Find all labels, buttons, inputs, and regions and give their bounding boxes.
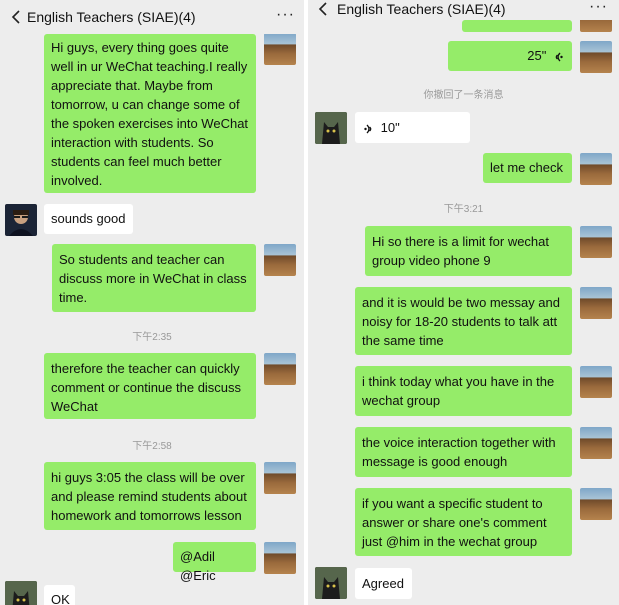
chat-header: English Teachers (SIAE)(4) ···: [308, 0, 619, 20]
message-bubble[interactable]: i think today what you have in the wecha…: [355, 366, 572, 416]
message-bubble[interactable]: Hi guys, every thing goes quite well in …: [44, 34, 256, 193]
avatar[interactable]: [264, 462, 296, 494]
chat-screen-right: 25" 你撤回了一条消息 10" let me check 下午3:21 Hi …: [308, 0, 619, 605]
avatar[interactable]: [580, 41, 612, 73]
avatar[interactable]: [264, 244, 296, 276]
message-bubble[interactable]: Agreed: [355, 568, 412, 599]
avatar[interactable]: [315, 567, 347, 599]
message-bubble[interactable]: @Adil @Eric: [173, 542, 256, 583]
message-bubble[interactable]: sounds good: [44, 204, 133, 234]
avatar[interactable]: [580, 427, 612, 459]
message-bubble[interactable]: Hi so there is a limit for wechat group …: [365, 226, 572, 276]
avatar[interactable]: [264, 33, 296, 65]
chevron-left-icon[interactable]: [315, 1, 331, 17]
avatar[interactable]: [5, 581, 37, 605]
avatar[interactable]: [580, 287, 612, 319]
chat-title: English Teachers (SIAE)(4): [27, 9, 196, 25]
system-notice: 你撤回了一条消息: [423, 90, 504, 101]
voice-message-bubble[interactable]: 10": [355, 112, 470, 143]
avatar[interactable]: [580, 488, 612, 520]
avatar[interactable]: [315, 112, 347, 144]
chevron-left-icon[interactable]: [8, 9, 24, 25]
chat-header: English Teachers (SIAE)(4) ···: [0, 0, 304, 34]
message-bubble[interactable]: let me check: [483, 153, 572, 183]
voice-wave-icon: [555, 52, 563, 62]
chat-screen-left: Hi guys, every thing goes quite well in …: [0, 0, 304, 605]
avatar[interactable]: [264, 353, 296, 385]
voice-wave-icon: [364, 124, 372, 134]
avatar[interactable]: [580, 226, 612, 258]
message-bubble[interactable]: if you want a specific student to answer…: [355, 488, 572, 556]
message-bubble[interactable]: So students and teacher can discuss more…: [52, 244, 256, 312]
chat-title: English Teachers (SIAE)(4): [337, 1, 506, 17]
avatar[interactable]: [264, 542, 296, 574]
timestamp: 下午2:35: [132, 332, 172, 343]
message-bubble[interactable]: and it is would be two messay and noisy …: [355, 287, 572, 355]
timestamp: 下午3:21: [443, 204, 484, 215]
message-bubble[interactable]: OK: [44, 585, 75, 605]
more-icon[interactable]: ···: [276, 6, 295, 24]
voice-duration: 10": [380, 120, 400, 135]
avatar[interactable]: [5, 204, 37, 236]
avatar[interactable]: [580, 366, 612, 398]
message-bubble[interactable]: the voice interaction together with mess…: [355, 427, 572, 477]
avatar[interactable]: [580, 153, 612, 185]
voice-duration: 25": [527, 48, 547, 63]
message-bubble[interactable]: [462, 20, 572, 32]
more-icon[interactable]: ···: [589, 0, 608, 16]
timestamp: 下午2:58: [132, 441, 172, 452]
message-bubble[interactable]: therefore the teacher can quickly commen…: [44, 353, 256, 419]
voice-message-bubble[interactable]: 25": [448, 41, 572, 71]
message-bubble[interactable]: hi guys 3:05 the class will be over and …: [44, 462, 256, 530]
